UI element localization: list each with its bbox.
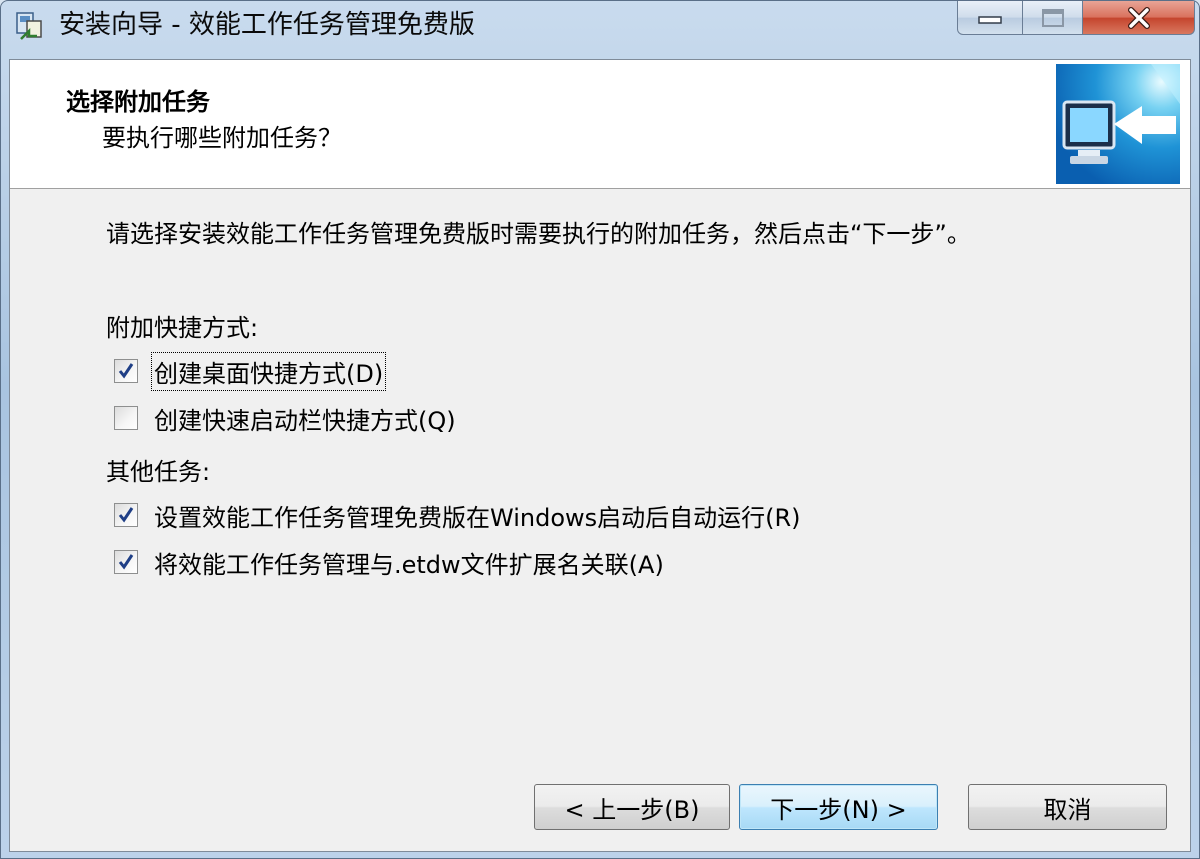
checkmark-icon bbox=[118, 507, 134, 523]
computer-install-arrow-image bbox=[1056, 64, 1180, 184]
maximize-button[interactable] bbox=[1023, 1, 1083, 35]
option-desktop-shortcut[interactable]: 创建桌面快捷方式(D) bbox=[114, 351, 387, 391]
checkbox-file-association[interactable] bbox=[114, 550, 138, 574]
back-button[interactable]: < 上一步(B) bbox=[534, 784, 730, 830]
option-autostart[interactable]: 设置效能工作任务管理免费版在Windows启动后自动运行(R) bbox=[114, 498, 803, 532]
close-icon bbox=[1127, 6, 1150, 29]
cancel-button[interactable]: 取消 bbox=[968, 784, 1167, 830]
next-button[interactable]: 下一步(N) > bbox=[739, 784, 938, 830]
caption-buttons bbox=[957, 1, 1195, 37]
checkbox-quicklaunch-shortcut[interactable] bbox=[114, 406, 138, 430]
option-label[interactable]: 创建桌面快捷方式(D) bbox=[150, 351, 387, 391]
option-file-association[interactable]: 将效能工作任务管理与.etdw文件扩展名关联(A) bbox=[114, 545, 666, 579]
installer-icon bbox=[16, 12, 42, 40]
checkbox-autostart[interactable] bbox=[114, 503, 138, 527]
option-quicklaunch-shortcut[interactable]: 创建快速启动栏快捷方式(Q) bbox=[114, 401, 458, 435]
window-title: 安装向导 - 效能工作任务管理免费版 bbox=[59, 10, 475, 40]
option-label[interactable]: 将效能工作任务管理与.etdw文件扩展名关联(A) bbox=[152, 544, 666, 581]
checkmark-icon bbox=[118, 363, 134, 379]
close-button[interactable] bbox=[1083, 1, 1195, 35]
checkmark-icon bbox=[118, 554, 134, 570]
checkbox-desktop-shortcut[interactable] bbox=[114, 359, 138, 383]
option-label[interactable]: 创建快速启动栏快捷方式(Q) bbox=[152, 400, 458, 437]
installer-window: 安装向导 - 效能工作任务管理免费版 选择附加任务 要执行哪些附加任务？ 请选择… bbox=[0, 0, 1200, 859]
intro-text: 请选择安装效能工作任务管理免费版时需要执行的附加任务，然后点击“下一步”。 bbox=[106, 220, 971, 248]
maximize-icon bbox=[1041, 8, 1064, 27]
page-subtitle: 要执行哪些附加任务？ bbox=[102, 124, 342, 152]
computer-icon bbox=[1062, 64, 1180, 164]
option-label[interactable]: 设置效能工作任务管理免费版在Windows启动后自动运行(R) bbox=[152, 497, 803, 534]
group-label-other-tasks: 其他任务: bbox=[106, 458, 211, 486]
wizard-client-area: 选择附加任务 要执行哪些附加任务？ 请选择安装效能工作任务管理免费版时需要执行的… bbox=[9, 59, 1191, 852]
minimize-button[interactable] bbox=[957, 1, 1023, 35]
title-bar[interactable]: 安装向导 - 效能工作任务管理免费版 bbox=[1, 1, 1199, 53]
page-title: 选择附加任务 bbox=[66, 88, 210, 116]
wizard-header: 选择附加任务 要执行哪些附加任务？ bbox=[10, 60, 1190, 189]
minimize-icon bbox=[978, 15, 1002, 24]
group-label-shortcuts: 附加快捷方式: bbox=[106, 314, 259, 342]
